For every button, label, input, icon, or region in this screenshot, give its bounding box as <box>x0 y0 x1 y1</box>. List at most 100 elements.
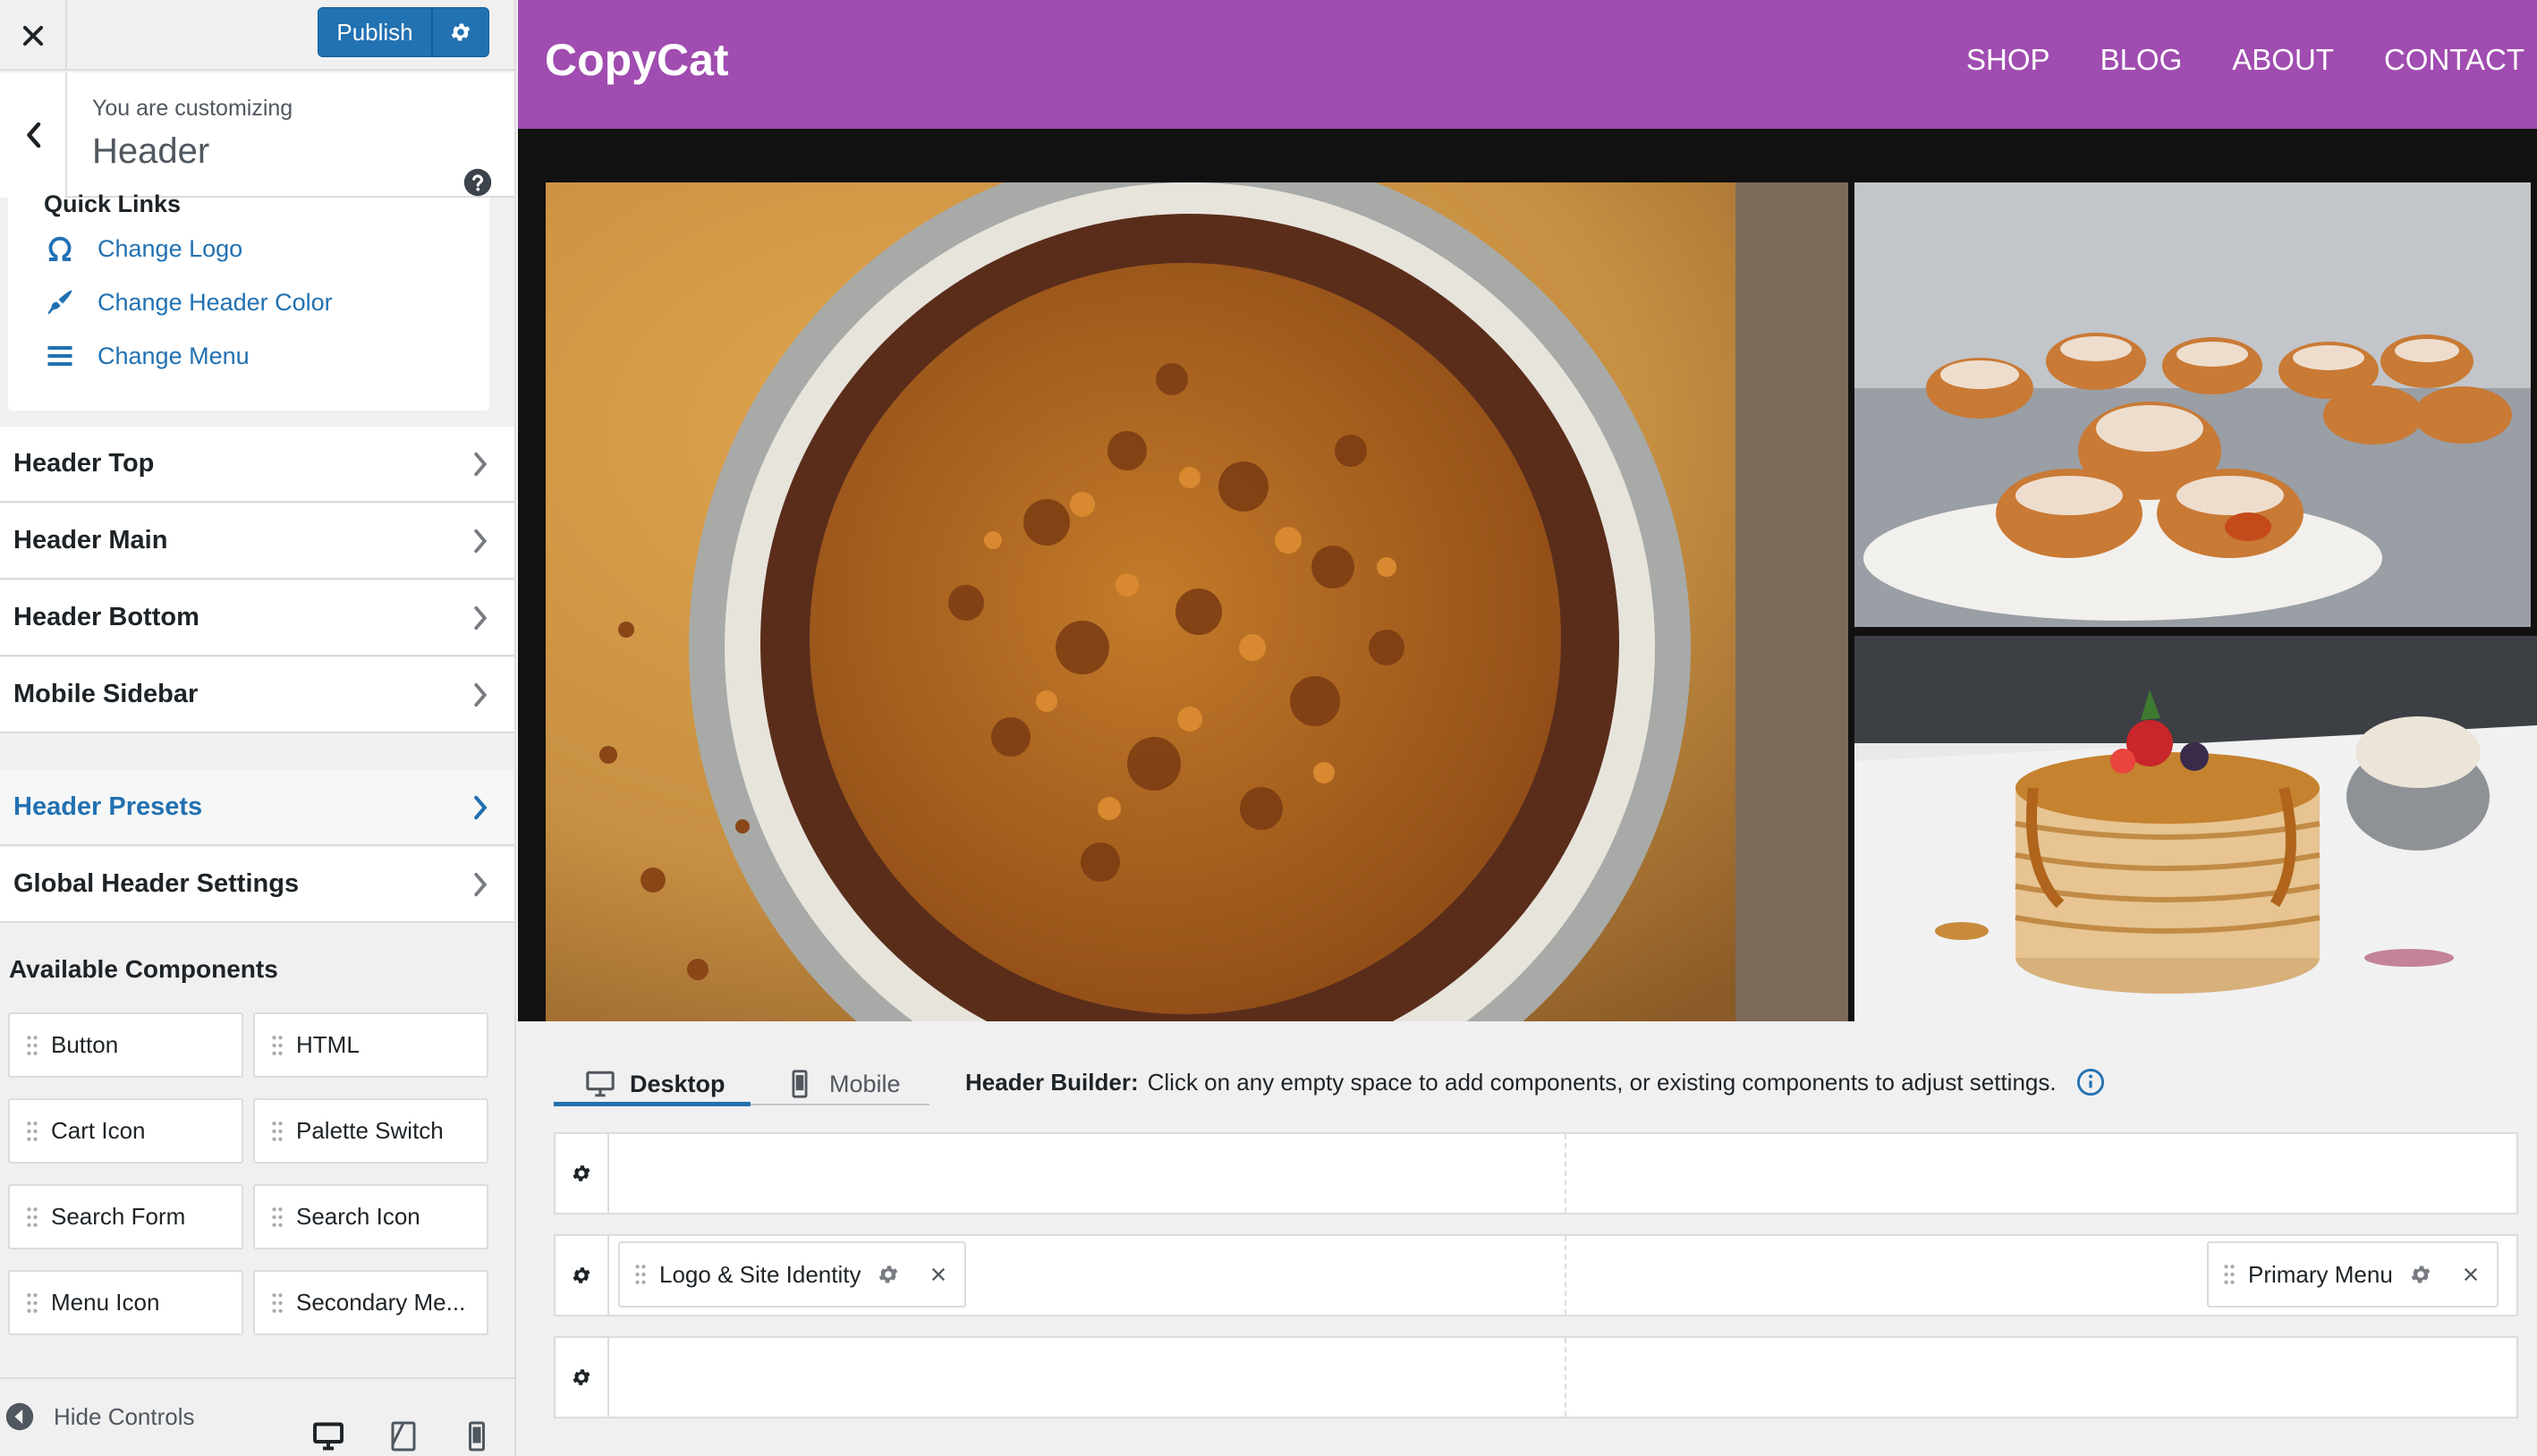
quick-link-change-menu[interactable]: Change Menu <box>44 336 250 376</box>
sidebar-topbar: Publish <box>0 0 514 71</box>
placed-label: Logo & Site Identity <box>659 1260 861 1288</box>
close-icon[interactable] <box>2463 1266 2479 1282</box>
drag-handle-icon <box>27 1206 38 1227</box>
desktop-icon <box>586 1071 615 1097</box>
customizing-title: Header <box>92 131 210 171</box>
component-label: Search Form <box>51 1203 186 1230</box>
active-tab-indicator <box>554 1102 751 1106</box>
drag-handle-icon <box>27 1035 38 1055</box>
quick-link-change-header-color[interactable]: Change Header Color <box>44 283 333 322</box>
component-button[interactable]: Button <box>8 1012 243 1078</box>
builder-row-main[interactable]: Logo & Site Identity Primary Menu <box>554 1234 2518 1316</box>
tablet-preview-icon[interactable] <box>387 1420 420 1452</box>
back-button[interactable] <box>0 72 67 198</box>
component-secondary-menu[interactable]: Secondary Me... <box>253 1270 488 1335</box>
quick-link-change-logo[interactable]: Change Logo <box>44 229 242 268</box>
row-settings-button[interactable] <box>556 1134 609 1213</box>
drag-handle-icon <box>27 1121 38 1141</box>
chevron-right-icon <box>474 795 488 820</box>
drag-handle-icon <box>635 1265 646 1284</box>
chevron-right-icon <box>474 605 488 631</box>
row-center-divider <box>1565 1236 1566 1315</box>
placed-primary-menu[interactable]: Primary Menu <box>2207 1241 2499 1308</box>
component-label: Cart Icon <box>51 1117 146 1144</box>
desktop-preview-icon[interactable] <box>312 1420 344 1452</box>
section-header-main[interactable]: Header Main <box>0 504 514 580</box>
section-mobile-sidebar[interactable]: Mobile Sidebar <box>0 657 514 733</box>
component-label: Palette Switch <box>296 1117 444 1144</box>
tart-photo <box>546 182 1848 1021</box>
section-header-bottom[interactable]: Header Bottom <box>0 580 514 656</box>
info-label: Header Builder: <box>965 1068 1139 1096</box>
drag-handle-icon <box>27 1292 38 1313</box>
section-header-presets[interactable]: Header Presets <box>0 770 514 846</box>
component-palette-switch[interactable]: Palette Switch <box>253 1098 488 1164</box>
customizer-app: Publish You are customizing Header Quick… <box>0 0 2537 1456</box>
donuts-photo <box>1854 182 2531 627</box>
component-search-icon[interactable]: Search Icon <box>253 1184 488 1249</box>
close-customizer-button[interactable] <box>0 0 67 71</box>
nav-link-shop[interactable]: SHOP <box>1966 43 2050 77</box>
info-text: Click on any empty space to add componen… <box>1147 1068 2057 1096</box>
tab-label: Mobile <box>829 1070 901 1097</box>
row-settings-button[interactable] <box>556 1236 609 1315</box>
component-search-form[interactable]: Search Form <box>8 1184 243 1249</box>
quick-link-label: Change Header Color <box>98 288 333 316</box>
gear-icon <box>573 1267 590 1283</box>
drag-handle-icon <box>272 1121 283 1141</box>
quick-links-title: Quick Links <box>44 190 182 217</box>
component-cart-icon[interactable]: Cart Icon <box>8 1098 243 1164</box>
mobile-icon <box>792 1070 808 1098</box>
available-components-title: Available Components <box>9 955 278 983</box>
sidebar-footer: Hide Controls <box>0 1377 514 1456</box>
publish-group: Publish <box>318 7 489 57</box>
component-label: Secondary Me... <box>296 1289 466 1316</box>
mobile-preview-icon[interactable] <box>461 1420 493 1452</box>
nav-link-blog[interactable]: BLOG <box>2100 43 2183 77</box>
customizing-panel-header: You are customizing Header <box>0 72 514 198</box>
gear-icon <box>451 23 471 41</box>
hero-image-tart <box>546 182 1848 1021</box>
gear-icon[interactable] <box>877 1263 900 1286</box>
tab-mobile[interactable]: Mobile <box>785 1059 901 1109</box>
site-title[interactable]: CopyCat <box>545 34 729 86</box>
publish-button[interactable]: Publish <box>318 7 432 57</box>
drag-handle-icon <box>272 1035 283 1055</box>
paint-brush-icon <box>47 290 72 315</box>
info-icon[interactable] <box>2076 1068 2105 1096</box>
chevron-right-icon <box>474 872 488 897</box>
placed-logo-site-identity[interactable]: Logo & Site Identity <box>618 1241 967 1308</box>
close-icon[interactable] <box>930 1266 946 1282</box>
section-label: Global Header Settings <box>13 869 300 898</box>
nav-link-about[interactable]: ABOUT <box>2232 43 2334 77</box>
section-global-header-settings[interactable]: Global Header Settings <box>0 847 514 923</box>
help-icon[interactable] <box>463 168 492 197</box>
quick-link-label: Change Menu <box>98 342 250 369</box>
hide-controls-button[interactable]: Hide Controls <box>5 1402 195 1431</box>
gear-icon <box>573 1165 590 1181</box>
row-settings-button[interactable] <box>556 1338 609 1417</box>
collapse-arrow-icon <box>5 1402 34 1431</box>
component-html[interactable]: HTML <box>253 1012 488 1078</box>
site-header: CopyCat SHOP BLOG ABOUT CONTACT <box>518 0 2537 129</box>
section-header-top[interactable]: Header Top <box>0 427 514 503</box>
builder-row-top[interactable] <box>554 1132 2518 1215</box>
omega-icon <box>48 236 72 261</box>
drag-handle-icon <box>2224 1265 2235 1284</box>
component-label: HTML <box>296 1031 360 1058</box>
component-label: Search Icon <box>296 1203 420 1230</box>
component-menu-icon[interactable]: Menu Icon <box>8 1270 243 1335</box>
site-preview: CopyCat SHOP BLOG ABOUT CONTACT <box>518 0 2537 1021</box>
placed-label: Primary Menu <box>2248 1260 2393 1288</box>
gear-icon[interactable] <box>2409 1263 2432 1286</box>
publish-settings-button[interactable] <box>432 7 489 57</box>
section-label: Header Top <box>13 449 155 478</box>
builder-row-bottom[interactable] <box>554 1336 2518 1418</box>
component-label: Button <box>51 1031 119 1058</box>
section-label: Mobile Sidebar <box>13 680 199 708</box>
gear-icon <box>573 1369 590 1385</box>
component-label: Menu Icon <box>51 1289 160 1316</box>
chevron-right-icon <box>474 682 488 707</box>
menu-icon <box>47 346 72 366</box>
nav-link-contact[interactable]: CONTACT <box>2384 43 2524 77</box>
